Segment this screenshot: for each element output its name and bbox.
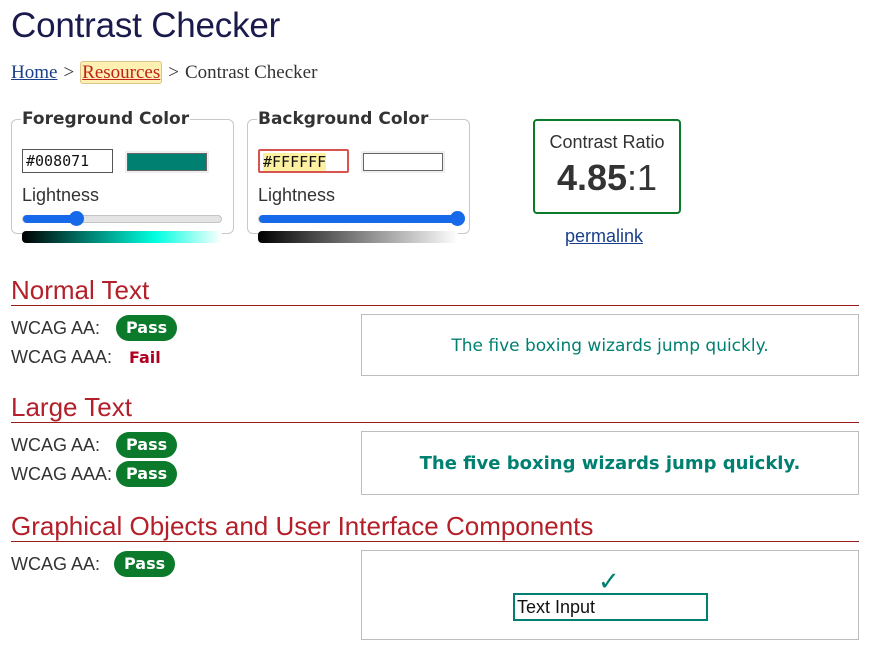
contrast-ratio-suffix: :1 (627, 157, 658, 198)
large-text-heading: Large Text (11, 393, 859, 423)
foreground-lightness-label: Lightness (22, 185, 100, 205)
graphical-aa-pass-badge: Pass (114, 551, 176, 577)
graphical-objects-heading: Graphical Objects and User Interface Com… (11, 512, 859, 542)
normal-text-sample: The five boxing wizards jump quickly. (361, 314, 859, 376)
background-lightness-label: Lightness (258, 185, 336, 205)
foreground-hex-input[interactable]: #008071 (22, 149, 113, 173)
background-slider-thumb[interactable] (450, 211, 465, 226)
large-aaa-label: WCAG AAA: (11, 464, 113, 484)
contrast-ratio-label: Contrast Ratio (549, 132, 665, 152)
large-text-sample: The five boxing wizards jump quickly. (361, 431, 859, 495)
normal-aaa-fail-badge: Fail (129, 348, 161, 367)
foreground-slider-fill (23, 215, 77, 223)
breadcrumb-home-link[interactable]: Home (11, 62, 57, 83)
background-hex-input[interactable]: #FFFFFF (258, 149, 349, 173)
foreground-color-panel: Foreground Color #008071 Lightness (11, 109, 234, 243)
background-lightness-slider[interactable] (258, 211, 465, 226)
background-color-legend: Background Color (258, 109, 429, 129)
background-color-swatch[interactable] (363, 153, 443, 171)
foreground-slider-thumb[interactable] (69, 211, 85, 226)
foreground-lightness-slider[interactable] (22, 211, 222, 226)
foreground-color-swatch[interactable] (127, 153, 207, 171)
normal-text-heading: Normal Text (11, 276, 859, 306)
foreground-color-legend: Foreground Color (22, 109, 190, 129)
breadcrumb-current: Contrast Checker (184, 62, 318, 83)
normal-aa-pass-badge: Pass (116, 315, 178, 341)
large-aa-label: WCAG AA: (11, 435, 101, 455)
background-color-panel: Background Color #FFFFFF Lightness (247, 109, 470, 243)
background-lightness-gradient (258, 231, 458, 243)
contrast-ratio-box: Contrast Ratio 4.85:1 (533, 119, 681, 214)
normal-aaa-label: WCAG AAA: (11, 347, 113, 367)
foreground-lightness-gradient (22, 231, 222, 243)
sample-text-input[interactable]: Text Input (513, 593, 708, 621)
normal-aa-label: WCAG AA: (11, 318, 101, 338)
background-hex-value: #FFFFFF (263, 153, 327, 171)
contrast-ratio-number: 4.85 (556, 157, 628, 198)
large-aa-pass-badge: Pass (116, 432, 178, 458)
breadcrumb-separator: > (63, 62, 75, 83)
graphical-aa-label: WCAG AA: (11, 554, 101, 574)
large-aaa-pass-badge: Pass (116, 461, 178, 487)
breadcrumb: Home > Resources > Contrast Checker (11, 61, 318, 84)
contrast-ratio-value: 4.85:1 (535, 157, 679, 199)
page-title: Contrast Checker (11, 6, 281, 45)
background-slider-fill (259, 215, 457, 223)
permalink-link[interactable]: permalink (565, 226, 643, 247)
breadcrumb-resources-link[interactable]: Resources (80, 61, 163, 84)
breadcrumb-separator: > (168, 62, 179, 83)
